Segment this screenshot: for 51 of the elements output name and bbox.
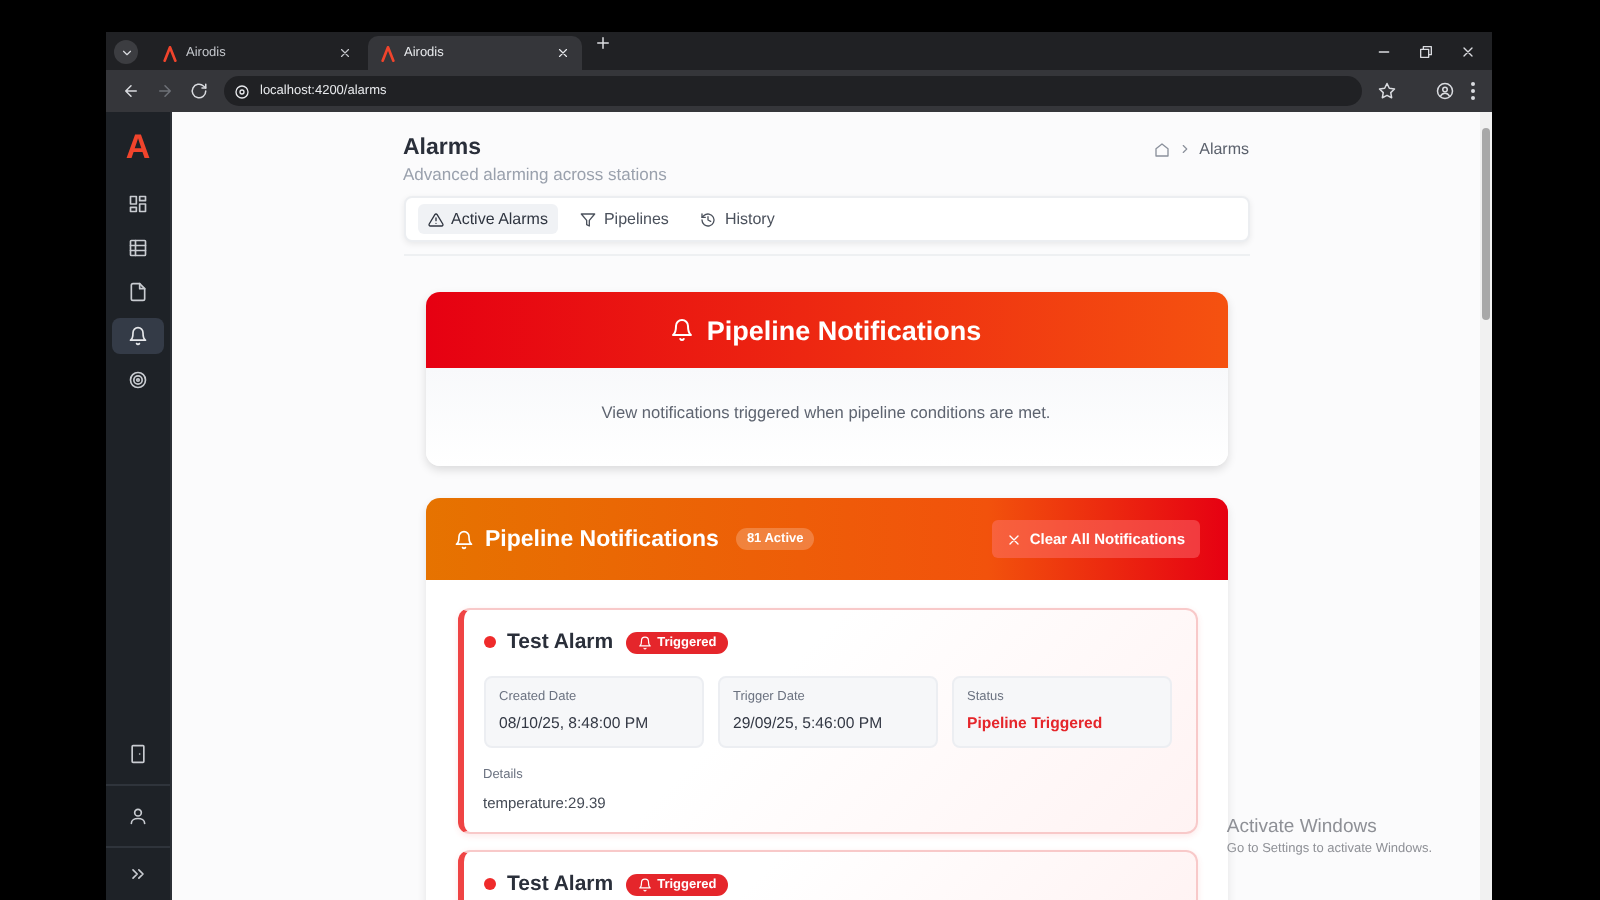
alarm-name: Test Alarm bbox=[507, 630, 614, 654]
nav-item[interactable] bbox=[112, 318, 164, 354]
dashboard-icon bbox=[128, 194, 148, 214]
site-info-icon bbox=[234, 83, 250, 99]
tab-search-button[interactable] bbox=[114, 40, 138, 64]
favicon-icon bbox=[380, 45, 396, 61]
chevron-down-icon bbox=[119, 45, 133, 59]
status-dot bbox=[483, 878, 495, 890]
close-icon bbox=[338, 46, 352, 60]
table-icon bbox=[128, 238, 148, 258]
history-icon bbox=[700, 211, 717, 227]
intro-text: View notifications triggered when pipeline conditions are met. bbox=[601, 401, 1051, 421]
panel-title: Pipeline Notifications bbox=[485, 527, 719, 551]
card-title: Pipeline Notifications bbox=[706, 315, 982, 345]
target-icon bbox=[128, 370, 148, 390]
warning-icon bbox=[427, 211, 443, 227]
bell-icon bbox=[128, 326, 148, 346]
document-icon bbox=[128, 282, 148, 302]
breadcrumb-current: Alarms bbox=[1199, 140, 1249, 158]
profile-icon bbox=[1436, 82, 1454, 100]
bell-icon bbox=[637, 635, 652, 649]
close-icon bbox=[1005, 531, 1022, 547]
page-title: Alarms bbox=[403, 136, 483, 160]
filter-icon bbox=[579, 211, 596, 227]
bell-icon bbox=[637, 877, 652, 891]
menu-dots-icon[interactable] bbox=[1470, 82, 1476, 100]
bell-icon bbox=[670, 318, 695, 342]
tab[interactable]: Pipelines bbox=[569, 204, 679, 234]
double-chevron-icon bbox=[128, 864, 148, 884]
page-subtitle: Advanced alarming across stations bbox=[403, 164, 667, 184]
restore-icon bbox=[1418, 44, 1434, 60]
tab[interactable]: Active Alarms bbox=[417, 204, 558, 234]
close-icon bbox=[1460, 44, 1476, 60]
bell-icon bbox=[453, 529, 473, 549]
plus-icon bbox=[594, 34, 612, 52]
app-logo[interactable]: A bbox=[125, 130, 151, 166]
star-icon bbox=[1378, 82, 1396, 100]
close-icon bbox=[556, 46, 570, 60]
home-icon bbox=[1153, 141, 1170, 157]
chevron-right-icon bbox=[1177, 142, 1192, 156]
status-dot bbox=[483, 636, 495, 648]
favicon-icon bbox=[162, 45, 178, 61]
user-icon bbox=[128, 806, 148, 826]
tab[interactable]: History bbox=[690, 204, 785, 234]
alarm-name: Test Alarm bbox=[507, 872, 614, 896]
reload-icon bbox=[190, 82, 208, 100]
door-icon bbox=[128, 744, 148, 764]
back-arrow-icon bbox=[122, 82, 140, 100]
scrollbar[interactable] bbox=[1480, 112, 1492, 900]
activation-notice-title: Activate Windows bbox=[1226, 816, 1379, 838]
forward-arrow-icon bbox=[156, 81, 174, 99]
